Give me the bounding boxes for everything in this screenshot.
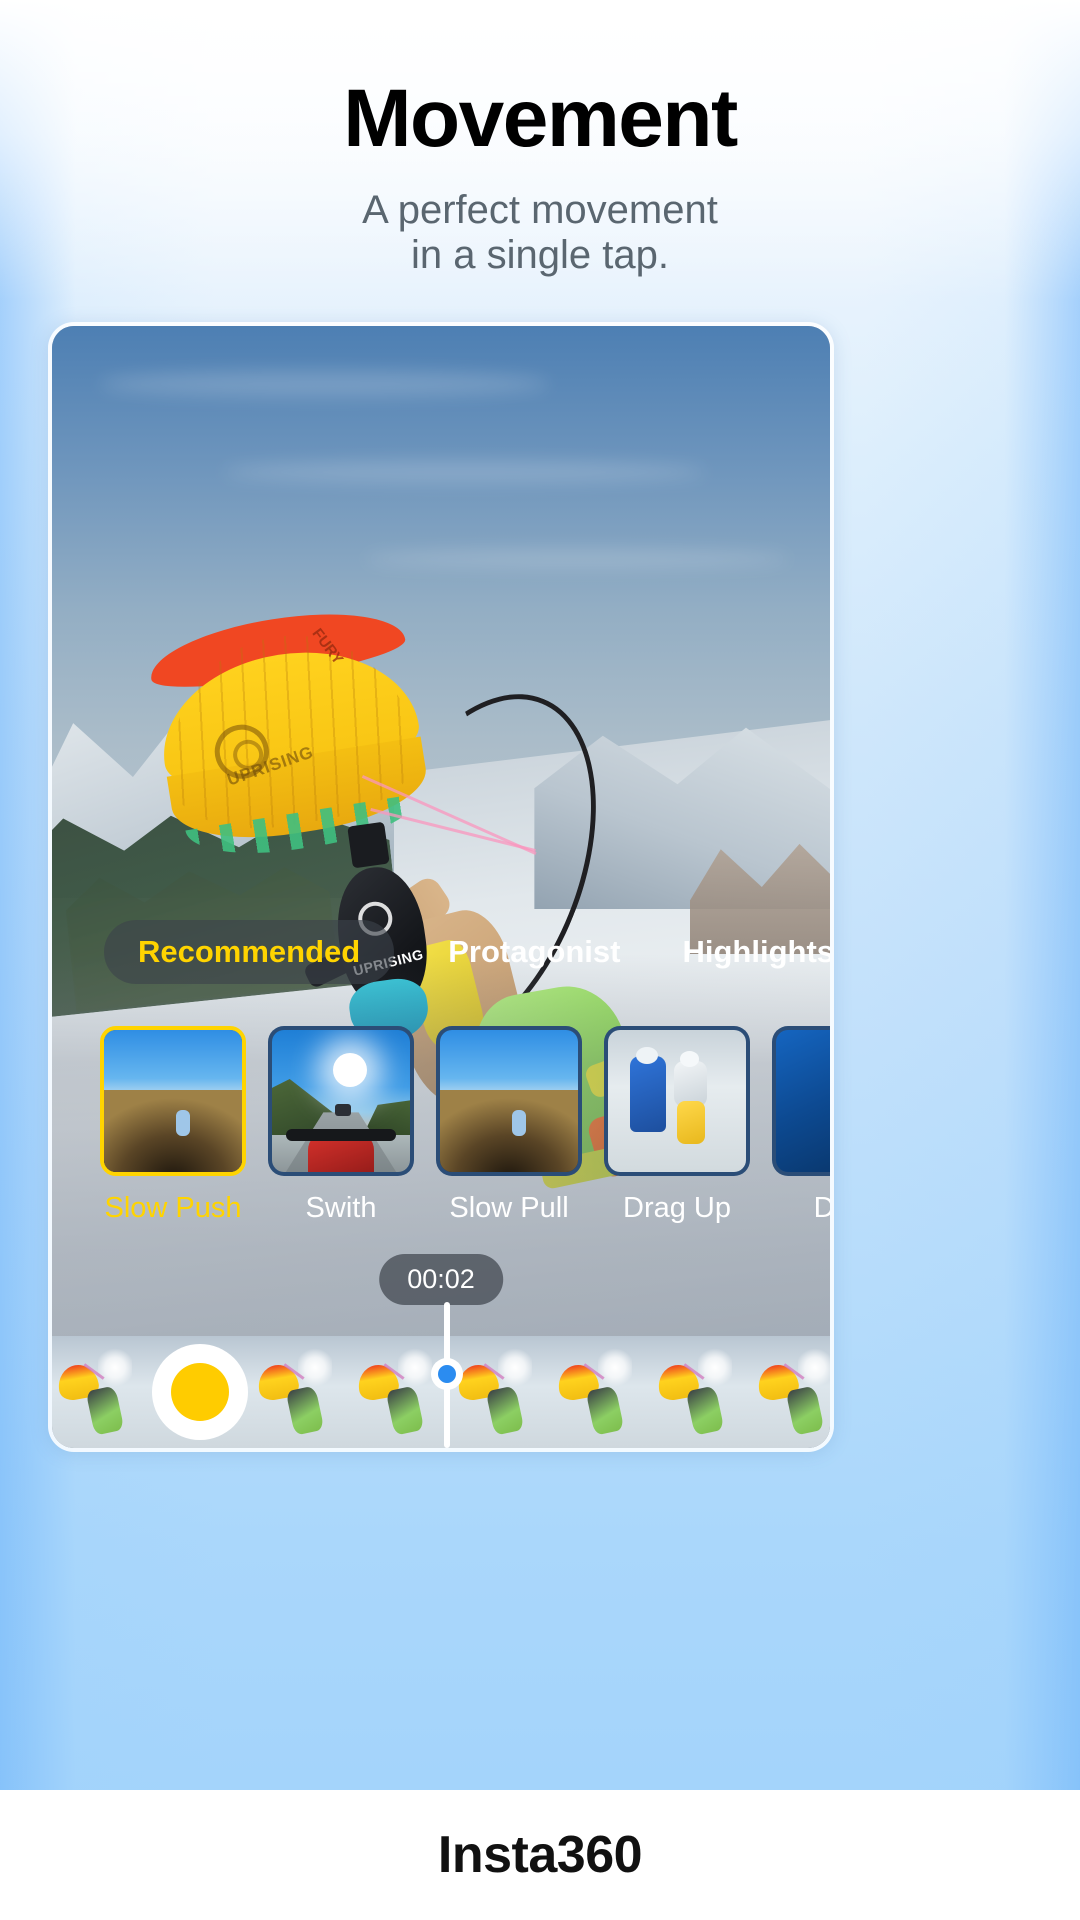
tab-highlights[interactable]: Highlights <box>674 920 830 984</box>
cloud-streak <box>98 370 550 397</box>
thumbnail-art-canyon <box>440 1030 578 1172</box>
thumbnail-skier-yellow-pants <box>677 1101 705 1144</box>
action-camera-mount <box>347 821 391 870</box>
thumbnail-handlebar <box>285 1129 397 1141</box>
thumbnail-skier-blue-head <box>635 1047 658 1065</box>
playhead-knob[interactable] <box>431 1358 463 1390</box>
category-tabbar: Recommended Protagonist Highlights <box>52 920 830 984</box>
filmstrip-frame[interactable] <box>552 1336 652 1448</box>
thumbnail-vehicle <box>335 1103 352 1116</box>
thumbnail-subject <box>175 1109 190 1136</box>
effect-label: Drag <box>813 1192 830 1224</box>
video-preview[interactable]: UPRISING FURY UPRISING <box>52 326 830 1448</box>
filmstrip-frame[interactable] <box>52 1336 152 1448</box>
header: Movement A perfect movement in a single … <box>0 0 1080 278</box>
thumbnail-subject <box>511 1109 526 1136</box>
record-button-inner <box>171 1363 229 1421</box>
filmstrip-frame[interactable] <box>352 1336 452 1448</box>
page-subtitle: A perfect movement in a single tap. <box>0 188 1080 278</box>
page-title: Movement <box>343 73 738 164</box>
effect-label: Slow Push <box>104 1192 242 1224</box>
record-button[interactable] <box>152 1344 248 1440</box>
effect-thumbnail[interactable] <box>604 1026 750 1176</box>
effect-label: Drag Up <box>623 1192 731 1224</box>
effect-thumbnail[interactable] <box>436 1026 582 1176</box>
effect-item-slow-pull[interactable]: Slow Pull <box>436 1026 582 1225</box>
footer: Insta360 <box>0 1790 1080 1920</box>
effect-item-slow-push[interactable]: Slow Push <box>100 1026 246 1225</box>
filmstrip-frame[interactable] <box>752 1336 830 1448</box>
video-preview-card: UPRISING FURY UPRISING <box>48 322 834 1452</box>
effect-thumbnail[interactable] <box>268 1026 414 1176</box>
thumbnail-art-canyon <box>104 1030 242 1172</box>
effect-thumbnail-list[interactable]: Slow Push Swith Slow Pull Drag Up D <box>52 1026 830 1225</box>
subtitle-line-1: A perfect movement <box>362 188 718 233</box>
thumbnail-art-road <box>272 1030 410 1172</box>
effect-thumbnail[interactable] <box>100 1026 246 1176</box>
brand-logo-text: Insta360 <box>437 1826 643 1884</box>
effect-label: Swith <box>305 1192 377 1224</box>
timestamp-badge: 00:02 <box>379 1254 503 1305</box>
tab-protagonist[interactable]: Protagonist <box>440 920 628 984</box>
cloud-streak <box>223 460 706 483</box>
thumbnail-art-blue <box>776 1030 830 1172</box>
effect-item-drag[interactable]: Drag <box>772 1026 830 1225</box>
effect-item-drag-up[interactable]: Drag Up <box>604 1026 750 1225</box>
thumbnail-skier-white-head <box>679 1051 700 1067</box>
effect-label: Slow Pull <box>449 1192 569 1224</box>
filmstrip-frame[interactable] <box>452 1336 552 1448</box>
timeline-playhead[interactable] <box>431 1302 463 1448</box>
filmstrip-frame[interactable] <box>252 1336 352 1448</box>
effect-thumbnail[interactable] <box>772 1026 830 1176</box>
effect-item-swith[interactable]: Swith <box>268 1026 414 1225</box>
thumbnail-skier-blue <box>630 1055 666 1133</box>
thumbnail-skier-white <box>674 1061 708 1107</box>
thumbnail-art-skiers <box>608 1030 746 1172</box>
filmstrip-frame[interactable] <box>652 1336 752 1448</box>
tab-recommended[interactable]: Recommended <box>104 920 395 984</box>
subtitle-line-2: in a single tap. <box>411 232 669 277</box>
sun-icon <box>332 1052 367 1087</box>
